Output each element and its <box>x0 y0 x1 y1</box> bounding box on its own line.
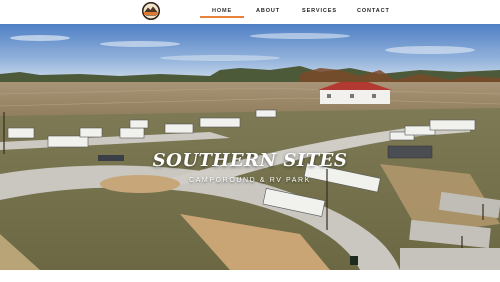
hero-title: SOUTHERN SITES <box>152 150 348 171</box>
hero-banner: SOUTHERN SITES CAMPGROUND & RV PARK <box>0 24 500 270</box>
nav-contact-link[interactable]: CONTACT <box>357 8 390 14</box>
active-nav-indicator <box>200 16 244 18</box>
top-navbar: HOME ABOUT SERVICES CONTACT <box>0 0 500 24</box>
hero-subtitle: CAMPGROUND & RV PARK <box>189 177 311 184</box>
page-bottom-area <box>0 270 500 282</box>
aerial-campground-photo <box>0 24 500 270</box>
nav-about-link[interactable]: ABOUT <box>256 8 280 14</box>
nav-services-link[interactable]: SERVICES <box>302 8 337 14</box>
main-navigation: HOME ABOUT SERVICES CONTACT <box>0 0 500 24</box>
nav-home-link[interactable]: HOME <box>212 8 232 14</box>
